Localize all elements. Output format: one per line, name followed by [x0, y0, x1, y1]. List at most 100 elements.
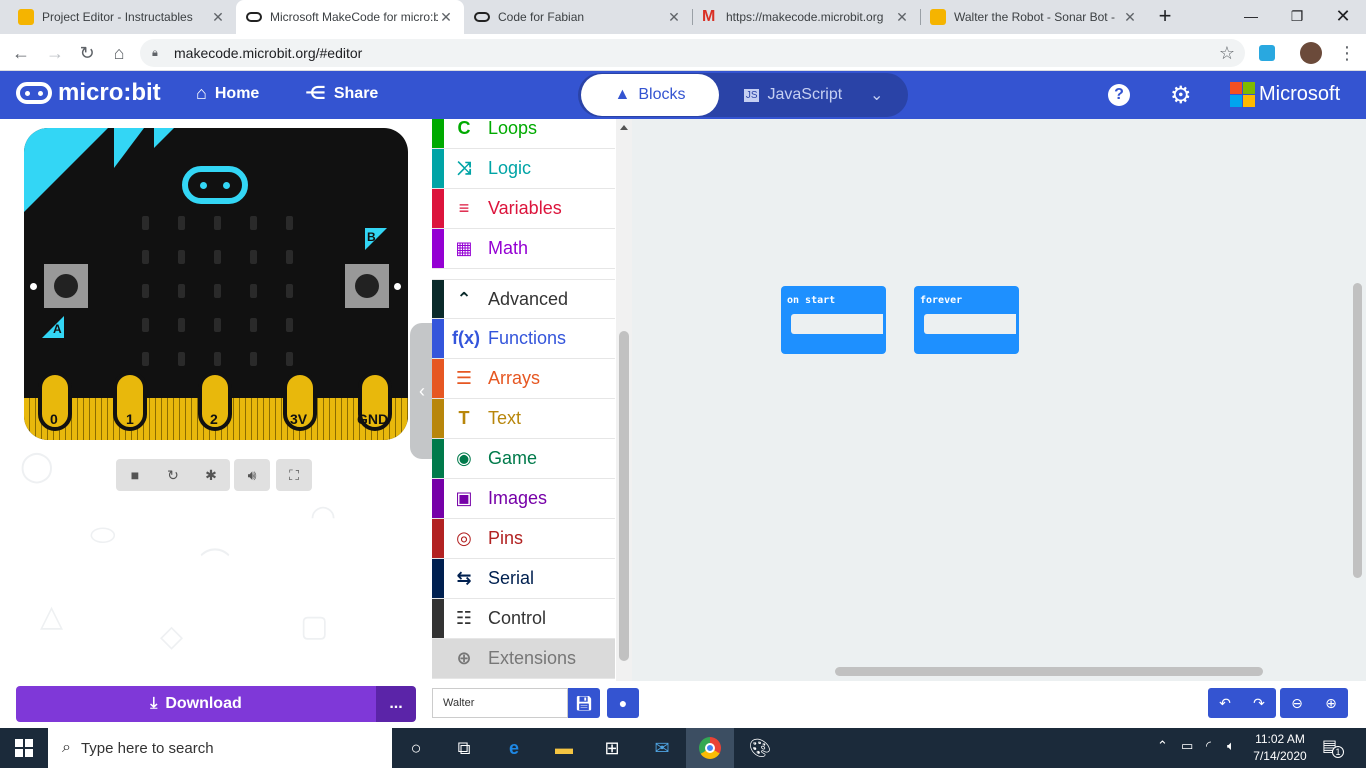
- workspace-vertical-scrollbar[interactable]: [1353, 283, 1362, 578]
- chevron-down-icon[interactable]: ⌄: [870, 85, 883, 105]
- toolbox-category-game[interactable]: ◉ Game: [432, 439, 615, 479]
- forever-block[interactable]: forever: [914, 286, 1019, 354]
- share-button[interactable]: ⋲ Share: [305, 83, 378, 104]
- microbit-logo[interactable]: micro:bit: [16, 79, 161, 107]
- close-window-button[interactable]: ✕: [1320, 0, 1366, 32]
- led: [178, 352, 185, 366]
- chrome-icon[interactable]: [686, 728, 734, 768]
- browser-tab-walter[interactable]: Walter the Robot - Sonar Bot - ✕: [920, 0, 1148, 34]
- scroll-up-arrow-icon[interactable]: [620, 125, 628, 130]
- zoom-out-button[interactable]: ⊖: [1280, 688, 1314, 718]
- volume-icon[interactable]: 🔈︎: [1227, 738, 1235, 754]
- toolbox-category-images[interactable]: ▣ Images: [432, 479, 615, 519]
- toolbox-category-math[interactable]: ▦ Math: [432, 229, 615, 269]
- profile-avatar[interactable]: [1298, 40, 1324, 66]
- toolbox-scrollbar[interactable]: [616, 119, 632, 681]
- toolbox-category-functions[interactable]: f(x) Functions: [432, 319, 615, 359]
- download-button[interactable]: ⤓ Download: [16, 686, 376, 722]
- blocks-workspace[interactable]: on start forever: [632, 119, 1366, 681]
- github-icon: ●: [618, 695, 628, 711]
- microsoft-logo[interactable]: Microsoft: [1230, 82, 1340, 107]
- taskbar-search-box[interactable]: ⌕ Type here to search: [48, 728, 392, 768]
- new-tab-button[interactable]: +: [1150, 0, 1180, 32]
- github-button[interactable]: ●: [607, 688, 639, 718]
- stop-icon: ■: [130, 467, 140, 483]
- close-tab-icon[interactable]: ✕: [1122, 9, 1138, 26]
- pin-label: 1: [126, 411, 134, 427]
- board-corner-decoration: [154, 128, 174, 148]
- blocks-button[interactable]: ▲ Blocks: [581, 74, 719, 116]
- toolbox-category-loops[interactable]: C Loops: [432, 119, 615, 149]
- restart-button[interactable]: ↻: [154, 459, 192, 491]
- mute-button[interactable]: 🔊︎: [234, 459, 270, 491]
- toolbox-category-logic[interactable]: ⤨ Logic: [432, 149, 615, 189]
- battery-icon[interactable]: ▭: [1181, 738, 1193, 754]
- close-tab-icon[interactable]: ✕: [438, 9, 454, 26]
- task-view-icon[interactable]: ⧉: [440, 728, 488, 768]
- browser-tab-code-for-fabian[interactable]: Code for Fabian ✕: [464, 0, 692, 34]
- toolbox-category-text[interactable]: T Text: [432, 399, 615, 439]
- file-explorer-icon[interactable]: ▬: [540, 728, 588, 768]
- workspace-horizontal-scrollbar[interactable]: [835, 667, 1263, 676]
- project-name-input[interactable]: Walter: [432, 688, 568, 718]
- undo-icon: ↶: [1219, 694, 1231, 711]
- back-arrow-icon[interactable]: ←: [8, 40, 34, 66]
- save-button[interactable]: 💾︎: [568, 688, 600, 718]
- close-tab-icon[interactable]: ✕: [894, 9, 910, 26]
- restore-button[interactable]: ❐: [1274, 0, 1320, 32]
- browser-tab-makecode[interactable]: Microsoft MakeCode for micro:b ✕: [236, 0, 464, 34]
- led: [286, 318, 293, 332]
- forward-arrow-icon[interactable]: →: [42, 40, 68, 66]
- browser-menu-icon[interactable]: ⋮: [1334, 40, 1360, 66]
- zoom-in-button[interactable]: ⊕: [1314, 688, 1348, 718]
- wifi-icon[interactable]: ◜: [1206, 738, 1211, 754]
- button-a[interactable]: [44, 264, 88, 308]
- debug-button[interactable]: ✱: [192, 459, 230, 491]
- arrays-icon: ☰: [455, 368, 473, 388]
- js-icon: JS: [743, 88, 760, 102]
- bookmark-star-icon[interactable]: ☆: [1214, 40, 1240, 66]
- cortana-icon[interactable]: ○: [392, 728, 440, 768]
- browser-tab-instructables[interactable]: Project Editor - Instructables ✕: [8, 0, 236, 34]
- instructables-favicon-icon: [930, 9, 946, 25]
- url-field[interactable]: 🔒︎ makecode.microbit.org/#editor: [140, 39, 1245, 67]
- undo-button[interactable]: ↶: [1208, 688, 1242, 718]
- close-tab-icon[interactable]: ✕: [666, 9, 682, 26]
- reload-icon[interactable]: ↻: [74, 40, 100, 66]
- show-hidden-icons-icon[interactable]: ⌃: [1157, 738, 1168, 754]
- store-icon[interactable]: ⊞: [588, 728, 636, 768]
- collapse-simulator-button[interactable]: ‹: [410, 323, 434, 459]
- toolbox-category-arrays[interactable]: ☰ Arrays: [432, 359, 615, 399]
- help-button[interactable]: ?: [1108, 84, 1130, 106]
- notification-center-icon[interactable]: ▤ 1: [1322, 736, 1344, 758]
- stop-button[interactable]: ■: [116, 459, 154, 491]
- settings-button[interactable]: ⚙: [1170, 81, 1192, 110]
- mail-icon[interactable]: ✉: [638, 728, 686, 768]
- on-start-block[interactable]: on start: [781, 286, 886, 354]
- more-download-options-button[interactable]: ...: [376, 686, 416, 722]
- toolbox-category-serial[interactable]: ⇆ Serial: [432, 559, 615, 599]
- toolbox-category-control[interactable]: ☷ Control: [432, 599, 615, 639]
- toolbox-category-variables[interactable]: ≡ Variables: [432, 189, 615, 229]
- home-button[interactable]: ⌂ Home: [196, 83, 259, 104]
- fullscreen-button[interactable]: ⛶: [276, 459, 312, 491]
- button-b[interactable]: [345, 264, 389, 308]
- toolbox-category-extensions[interactable]: ⊕ Extensions: [432, 639, 615, 679]
- close-tab-icon[interactable]: ✕: [210, 9, 226, 26]
- toolbox-category-pins[interactable]: ◎ Pins: [432, 519, 615, 559]
- editor-toolbar: ⤓ Download ... Walter 💾︎ ● ↶ ↷ ⊖ ⊕: [0, 681, 1366, 728]
- javascript-button[interactable]: JS JavaScript: [738, 74, 848, 116]
- paint-icon[interactable]: 🎨︎: [736, 728, 784, 768]
- edge-icon[interactable]: e: [490, 728, 538, 768]
- clock[interactable]: 11:02 AM 7/14/2020: [1252, 731, 1308, 765]
- browser-tab-gmail[interactable]: M https://makecode.microbit.org ✕: [692, 0, 920, 34]
- windows-start-button[interactable]: [0, 728, 48, 768]
- led: [178, 216, 185, 230]
- scroll-thumb[interactable]: [619, 331, 629, 661]
- minimize-button[interactable]: —: [1228, 0, 1274, 32]
- extension-icon[interactable]: [1254, 40, 1280, 66]
- toolbox-category-advanced[interactable]: ⌃ Advanced: [432, 279, 615, 319]
- control-icon: ☷: [455, 608, 473, 628]
- home-icon[interactable]: ⌂: [106, 40, 132, 66]
- redo-button[interactable]: ↷: [1242, 688, 1276, 718]
